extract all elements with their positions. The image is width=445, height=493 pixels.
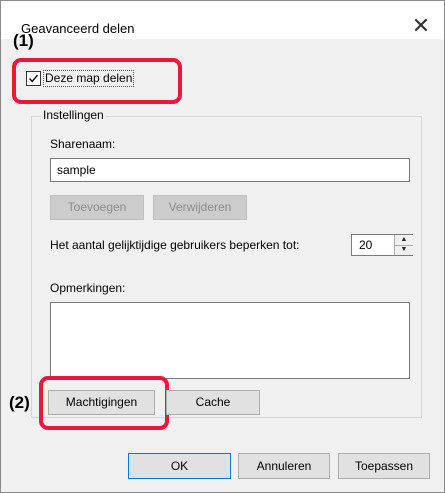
user-limit-value[interactable]: 20 — [359, 238, 372, 252]
share-name-input[interactable]: sample — [50, 158, 410, 182]
window-title: Geavanceerd delen — [21, 21, 135, 36]
ok-button[interactable]: OK — [128, 453, 231, 479]
share-name-label: Sharenaam: — [50, 137, 116, 151]
settings-group-label: Instellingen — [41, 108, 106, 122]
advanced-sharing-dialog: Geavanceerd delen ✕ (1) Deze map delen I… — [0, 0, 445, 493]
comments-label: Opmerkingen: — [50, 281, 126, 295]
remove-button[interactable]: Verwijderen — [153, 195, 247, 220]
share-folder-checkbox[interactable] — [26, 71, 41, 86]
comments-textarea[interactable] — [50, 302, 410, 379]
cancel-button[interactable]: Annuleren — [238, 453, 330, 479]
checkmark-icon — [28, 74, 39, 83]
user-limit-spinner[interactable]: 20 ▲ ▼ — [351, 234, 413, 256]
callout-number-1: (1) — [13, 31, 34, 50]
cache-button[interactable]: Cache — [166, 390, 260, 415]
callout-number-2: (2) — [9, 393, 30, 412]
add-button[interactable]: Toevoegen — [50, 195, 144, 220]
close-icon[interactable]: ✕ — [409, 15, 433, 39]
user-limit-label: Het aantal gelijktijdige gebruikers bepe… — [50, 238, 300, 252]
title-bar: Geavanceerd delen ✕ — [1, 1, 444, 39]
spin-down-icon[interactable]: ▼ — [395, 245, 413, 255]
apply-button[interactable]: Toepassen — [338, 453, 430, 479]
share-folder-label: Deze map delen — [43, 70, 135, 87]
spinner-buttons: ▲ ▼ — [394, 235, 413, 255]
permissions-button[interactable]: Machtigingen — [48, 390, 155, 415]
